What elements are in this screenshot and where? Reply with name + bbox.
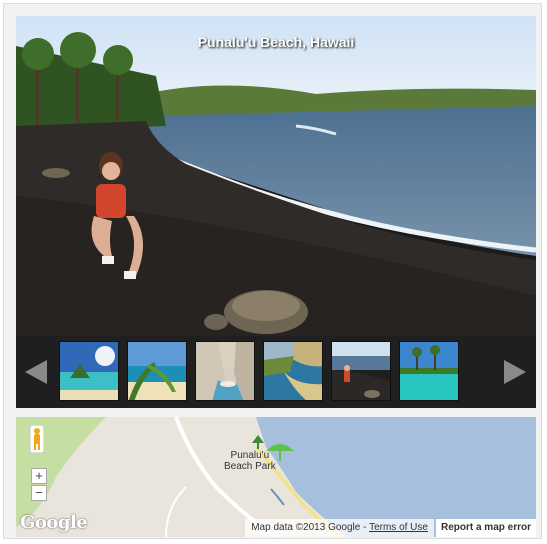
street-view-pegman-icon[interactable] [30, 425, 44, 453]
terms-of-use-link[interactable]: Terms of Use [369, 522, 428, 533]
thumb-black-sand-beach[interactable] [331, 341, 391, 401]
place-label-line1: Punalu'u [230, 450, 270, 461]
place-label-line2: Beach Park [224, 461, 276, 472]
thumbnail-strip [16, 336, 536, 408]
thumb-coastline-sunset-image [264, 342, 322, 400]
thumb-tropical-island-image [60, 342, 118, 400]
main-photo-image [16, 16, 536, 336]
photo-caption: Punalu'u Beach, Hawaii [197, 34, 355, 50]
map-attribution: Map data ©2013 Google - Terms of Use Rep… [245, 519, 536, 537]
next-arrow-icon[interactable] [500, 358, 528, 386]
thumb-lagoon-palms[interactable] [399, 341, 459, 401]
thumb-palm-beach[interactable] [127, 341, 187, 401]
google-logo[interactable]: Google [20, 512, 88, 533]
thumb-coastline-sunset[interactable] [263, 341, 323, 401]
thumb-lagoon-palms-image [400, 342, 458, 400]
park-marker-icon [252, 435, 264, 449]
place-label: Punalu'u Beach Park [224, 450, 276, 472]
main-photo[interactable]: Punalu'u Beach, Hawaii [16, 16, 536, 336]
zoom-out-button[interactable]: − [31, 485, 47, 501]
thumb-cove-cliffs-image [196, 342, 254, 400]
thumb-cove-cliffs[interactable] [195, 341, 255, 401]
attribution-box: Map data ©2013 Google - Terms of Use [245, 519, 434, 537]
thumb-palm-beach-image [128, 342, 186, 400]
photo-gallery: Punalu'u Beach, Hawaii [16, 16, 536, 408]
thumb-black-sand-beach-image [332, 342, 390, 400]
prev-arrow-icon[interactable] [23, 358, 51, 386]
thumb-tropical-island[interactable] [59, 341, 119, 401]
report-map-error-link[interactable]: Report a map error [435, 519, 536, 537]
map-data-text: Map data ©2013 Google - [251, 522, 367, 533]
widget-container: Punalu'u Beach, Hawaii + − Punalu'u Beac… [3, 3, 542, 539]
map-view[interactable]: + − Punalu'u Beach Park Google Map data … [16, 417, 536, 537]
zoom-in-button[interactable]: + [31, 468, 47, 484]
